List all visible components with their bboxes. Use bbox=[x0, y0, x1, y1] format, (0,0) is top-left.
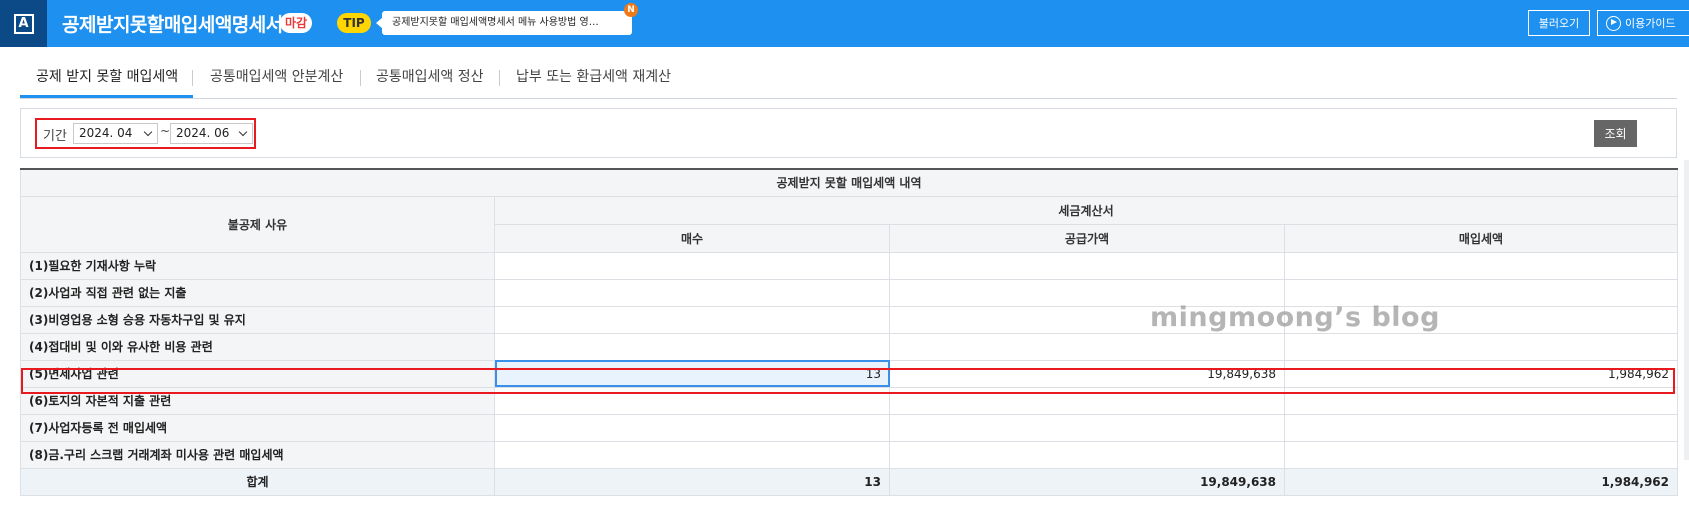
table-row: (7)사업자등록 전 매입세액 bbox=[20, 413, 1679, 442]
period-end-value: 2024. 06 bbox=[176, 126, 230, 140]
reason-cell: (3)비영업용 소형 승용 자동차구입 및 유지 bbox=[20, 305, 495, 334]
supply-cell[interactable] bbox=[889, 386, 1285, 415]
guide-button-label: 이용가이드 bbox=[1625, 17, 1676, 30]
chevron-down-icon bbox=[143, 127, 153, 137]
supply-cell[interactable] bbox=[889, 332, 1285, 361]
table-row-highlighted: (5)면세사업 관련 13 19,849,638 1,984,962 bbox=[20, 359, 1679, 388]
reason-cell: (8)금.구리 스크랩 거래계좌 미사용 관련 매입세액 bbox=[20, 440, 495, 469]
table-row: (6)토지의 자본적 지출 관련 bbox=[20, 386, 1679, 415]
supply-cell[interactable] bbox=[889, 251, 1285, 280]
tax-cell[interactable] bbox=[1283, 251, 1679, 280]
count-cell[interactable] bbox=[494, 332, 890, 361]
count-cell[interactable] bbox=[494, 413, 890, 442]
tab-common-settlement[interactable]: 공통매입세액 정산 bbox=[376, 60, 484, 98]
table-row: (1)필요한 기재사항 누락 bbox=[20, 251, 1679, 280]
total-label: 합계 bbox=[20, 467, 495, 496]
watermark: mingmoong’s blog bbox=[1150, 302, 1440, 333]
table-row: (4)접대비 및 이와 유사한 비용 관련 bbox=[20, 332, 1679, 361]
reason-cell: (2)사업과 직접 관련 없는 지출 bbox=[20, 278, 495, 307]
table-title: 공제받지 못할 매입세액 내역 bbox=[19, 168, 1679, 197]
total-supply: 19,849,638 bbox=[889, 467, 1285, 496]
reason-cell: (6)토지의 자본적 지출 관련 bbox=[20, 386, 495, 415]
tab-divider bbox=[360, 70, 361, 86]
app-logo-icon: A bbox=[13, 13, 34, 34]
tab-non-deductible[interactable]: 공제 받지 못할 매입세액 bbox=[20, 60, 193, 98]
supply-cell[interactable] bbox=[889, 413, 1285, 442]
app-header: A 공제받지못할매입세액명세서 마감 TIP 공제받지못할 매입세액명세서 메뉴… bbox=[0, 0, 1689, 47]
filter-panel: 기간 2024. 04 ~ 2024. 06 bbox=[20, 108, 1677, 158]
reason-cell: (1)필요한 기재사항 누락 bbox=[20, 251, 495, 280]
count-cell[interactable] bbox=[494, 386, 890, 415]
tax-cell[interactable] bbox=[1283, 440, 1679, 469]
count-cell[interactable] bbox=[494, 440, 890, 469]
search-button[interactable]: 조회 bbox=[1594, 120, 1637, 147]
reason-cell: (5)면세사업 관련 bbox=[20, 359, 495, 388]
tab-common-allocation[interactable]: 공통매입세액 안분계산 bbox=[210, 60, 343, 98]
load-button[interactable]: 불러오기 bbox=[1528, 10, 1590, 36]
tax-cell[interactable] bbox=[1283, 386, 1679, 415]
vertical-scrollbar[interactable] bbox=[1684, 160, 1689, 460]
tip-message[interactable]: 공제받지못할 매입세액명세서 메뉴 사용방법 영… bbox=[382, 11, 632, 35]
table-row: (8)금.구리 스크랩 거래계좌 미사용 관련 매입세액 bbox=[20, 440, 1679, 469]
reason-header: 불공제 사유 bbox=[20, 195, 495, 253]
period-selector: 기간 2024. 04 ~ 2024. 06 bbox=[35, 118, 256, 149]
tab-divider bbox=[499, 70, 500, 86]
tax-header: 매입세액 bbox=[1283, 223, 1679, 253]
count-cell[interactable] bbox=[494, 251, 890, 280]
count-cell[interactable] bbox=[494, 278, 890, 307]
period-start-select[interactable]: 2024. 04 bbox=[73, 123, 158, 144]
chevron-down-icon bbox=[238, 127, 248, 137]
count-header: 매수 bbox=[494, 223, 890, 253]
tab-recalculation[interactable]: 납부 또는 환급세액 재계산 bbox=[516, 60, 671, 98]
count-cell[interactable] bbox=[494, 305, 890, 334]
guide-button[interactable]: 이용가이드 bbox=[1597, 10, 1689, 36]
supply-cell[interactable] bbox=[889, 440, 1285, 469]
new-badge: N bbox=[624, 3, 638, 17]
supply-header: 공급가액 bbox=[889, 223, 1285, 253]
total-row: 합계 13 19,849,638 1,984,962 bbox=[20, 467, 1679, 496]
tax-cell[interactable] bbox=[1283, 332, 1679, 361]
app-logo[interactable]: A bbox=[0, 0, 47, 47]
reason-cell: (4)접대비 및 이와 유사한 비용 관련 bbox=[20, 332, 495, 361]
period-label: 기간 bbox=[43, 129, 67, 144]
tab-bar: 공제 받지 못할 매입세액 공통매입세액 안분계산 공통매입세액 정산 납부 또… bbox=[20, 60, 1677, 99]
total-tax: 1,984,962 bbox=[1283, 467, 1679, 496]
tip-badge[interactable]: TIP bbox=[337, 13, 371, 33]
reason-cell: (7)사업자등록 전 매입세액 bbox=[20, 413, 495, 442]
count-cell-selected[interactable]: 13 bbox=[494, 359, 890, 388]
status-badge: 마감 bbox=[280, 13, 313, 33]
tax-cell[interactable] bbox=[1283, 413, 1679, 442]
period-separator: ~ bbox=[160, 124, 171, 138]
tab-divider bbox=[192, 70, 193, 86]
page-title: 공제받지못할매입세액명세서 bbox=[62, 14, 283, 36]
load-button-label: 불러오기 bbox=[1538, 17, 1580, 30]
total-count: 13 bbox=[494, 467, 890, 496]
period-start-value: 2024. 04 bbox=[79, 126, 133, 140]
supply-cell[interactable]: 19,849,638 bbox=[889, 359, 1285, 388]
tax-invoice-header: 세금계산서 bbox=[493, 195, 1679, 225]
period-end-select[interactable]: 2024. 06 bbox=[170, 123, 253, 144]
tax-cell[interactable]: 1,984,962 bbox=[1283, 359, 1679, 388]
play-icon bbox=[1606, 15, 1621, 31]
